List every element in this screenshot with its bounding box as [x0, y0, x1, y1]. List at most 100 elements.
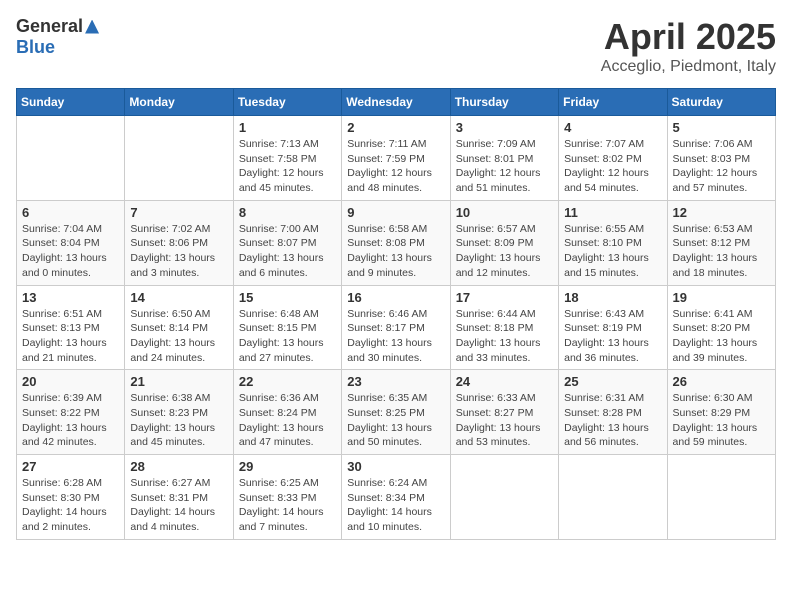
day-info: Sunrise: 7:07 AMSunset: 8:02 PMDaylight:… — [564, 137, 661, 196]
logo-general-text: General — [16, 16, 83, 37]
header-day-monday: Monday — [125, 89, 233, 116]
header-row: SundayMondayTuesdayWednesdayThursdayFrid… — [17, 89, 776, 116]
day-number: 10 — [456, 205, 553, 220]
day-info: Sunrise: 7:02 AMSunset: 8:06 PMDaylight:… — [130, 222, 227, 281]
calendar-cell: 1 Sunrise: 7:13 AMSunset: 7:58 PMDaylight… — [233, 116, 341, 201]
calendar-cell: 18Sunrise: 6:43 AMSunset: 8:19 PMDayligh… — [559, 285, 667, 370]
calendar-cell: 12Sunrise: 6:53 AMSunset: 8:12 PMDayligh… — [667, 200, 775, 285]
page-header: General Blue April 2025 Acceglio, Piedmo… — [16, 16, 776, 76]
calendar-cell: 13 Sunrise: 6:51 AMSunset: 8:13 PMDayligh… — [17, 285, 125, 370]
calendar-table: SundayMondayTuesdayWednesdayThursdayFrid… — [16, 88, 776, 540]
day-info: Sunrise: 6:24 AMSunset: 8:34 PMDaylight:… — [347, 476, 444, 535]
calendar-cell: 7 Sunrise: 7:02 AMSunset: 8:06 PMDaylight… — [125, 200, 233, 285]
calendar-cell: 4 Sunrise: 7:07 AMSunset: 8:02 PMDaylight… — [559, 116, 667, 201]
calendar-cell: 11 Sunrise: 6:55 AMSunset: 8:10 PMDayligh… — [559, 200, 667, 285]
calendar-cell — [559, 455, 667, 540]
day-info: Sunrise: 6:43 AMSunset: 8:19 PMDaylight:… — [564, 307, 661, 366]
calendar-cell: 6Sunrise: 7:04 AMSunset: 8:04 PMDaylight… — [17, 200, 125, 285]
calendar-cell: 27 Sunrise: 6:28 AMSunset: 8:30 PMDayligh… — [17, 455, 125, 540]
calendar-cell: 23 Sunrise: 6:35 AMSunset: 8:25 PMDayligh… — [342, 370, 450, 455]
logo-triangle-icon — [85, 20, 99, 34]
calendar-cell: 21 Sunrise: 6:38 AMSunset: 8:23 PMDayligh… — [125, 370, 233, 455]
day-number: 29 — [239, 459, 336, 474]
day-info: Sunrise: 6:46 AMSunset: 8:17 PMDaylight:… — [347, 307, 444, 366]
calendar-cell: 3Sunrise: 7:09 AMSunset: 8:01 PMDaylight… — [450, 116, 558, 201]
title-block: April 2025 Acceglio, Piedmont, Italy — [601, 16, 776, 76]
calendar-cell: 24 Sunrise: 6:33 AMSunset: 8:27 PMDayligh… — [450, 370, 558, 455]
calendar-week-5: 27 Sunrise: 6:28 AMSunset: 8:30 PMDayligh… — [17, 455, 776, 540]
day-number: 17 — [456, 290, 553, 305]
header-day-thursday: Thursday — [450, 89, 558, 116]
calendar-cell: 10Sunrise: 6:57 AMSunset: 8:09 PMDayligh… — [450, 200, 558, 285]
day-number: 28 — [130, 459, 227, 474]
day-number: 13 — [22, 290, 119, 305]
day-info: Sunrise: 6:25 AMSunset: 8:33 PMDaylight:… — [239, 476, 336, 535]
day-number: 24 — [456, 374, 553, 389]
day-number: 7 — [130, 205, 227, 220]
calendar-cell: 15Sunrise: 6:48 AMSunset: 8:15 PMDayligh… — [233, 285, 341, 370]
calendar-week-2: 6Sunrise: 7:04 AMSunset: 8:04 PMDaylight… — [17, 200, 776, 285]
calendar-cell: 8Sunrise: 7:00 AMSunset: 8:07 PMDaylight… — [233, 200, 341, 285]
day-number: 5 — [673, 120, 770, 135]
calendar-cell: 14Sunrise: 6:50 AMSunset: 8:14 PMDayligh… — [125, 285, 233, 370]
day-info: Sunrise: 7:09 AMSunset: 8:01 PMDaylight:… — [456, 137, 553, 196]
day-number: 1 — [239, 120, 336, 135]
day-number: 20 — [22, 374, 119, 389]
calendar-cell: 5Sunrise: 7:06 AMSunset: 8:03 PMDaylight… — [667, 116, 775, 201]
calendar-cell: 2 Sunrise: 7:11 AMSunset: 7:59 PMDaylight… — [342, 116, 450, 201]
calendar-location: Acceglio, Piedmont, Italy — [601, 58, 776, 76]
day-info: Sunrise: 6:39 AMSunset: 8:22 PMDaylight:… — [22, 391, 119, 450]
day-info: Sunrise: 7:11 AMSunset: 7:59 PMDaylight:… — [347, 137, 444, 196]
calendar-week-3: 13 Sunrise: 6:51 AMSunset: 8:13 PMDayligh… — [17, 285, 776, 370]
calendar-cell: 20 Sunrise: 6:39 AMSunset: 8:22 PMDayligh… — [17, 370, 125, 455]
day-info: Sunrise: 6:53 AMSunset: 8:12 PMDaylight:… — [673, 222, 770, 281]
header-day-sunday: Sunday — [17, 89, 125, 116]
calendar-week-1: 1 Sunrise: 7:13 AMSunset: 7:58 PMDaylight… — [17, 116, 776, 201]
calendar-cell: 16 Sunrise: 6:46 AMSunset: 8:17 PMDayligh… — [342, 285, 450, 370]
header-day-wednesday: Wednesday — [342, 89, 450, 116]
day-number: 22 — [239, 374, 336, 389]
day-number: 4 — [564, 120, 661, 135]
day-info: Sunrise: 6:41 AMSunset: 8:20 PMDaylight:… — [673, 307, 770, 366]
day-info: Sunrise: 6:28 AMSunset: 8:30 PMDaylight:… — [22, 476, 119, 535]
day-info: Sunrise: 6:51 AMSunset: 8:13 PMDaylight:… — [22, 307, 119, 366]
day-info: Sunrise: 6:44 AMSunset: 8:18 PMDaylight:… — [456, 307, 553, 366]
day-number: 25 — [564, 374, 661, 389]
logo: General Blue — [16, 16, 99, 58]
day-number: 23 — [347, 374, 444, 389]
calendar-cell: 17 Sunrise: 6:44 AMSunset: 8:18 PMDayligh… — [450, 285, 558, 370]
header-day-saturday: Saturday — [667, 89, 775, 116]
calendar-body: 1 Sunrise: 7:13 AMSunset: 7:58 PMDaylight… — [17, 116, 776, 540]
day-info: Sunrise: 7:00 AMSunset: 8:07 PMDaylight:… — [239, 222, 336, 281]
day-info: Sunrise: 7:04 AMSunset: 8:04 PMDaylight:… — [22, 222, 119, 281]
day-number: 30 — [347, 459, 444, 474]
day-number: 11 — [564, 205, 661, 220]
logo-blue-text: Blue — [16, 37, 55, 58]
day-info: Sunrise: 6:38 AMSunset: 8:23 PMDaylight:… — [130, 391, 227, 450]
day-number: 27 — [22, 459, 119, 474]
calendar-cell: 30 Sunrise: 6:24 AMSunset: 8:34 PMDayligh… — [342, 455, 450, 540]
day-info: Sunrise: 6:33 AMSunset: 8:27 PMDaylight:… — [456, 391, 553, 450]
calendar-cell — [125, 116, 233, 201]
day-number: 19 — [673, 290, 770, 305]
calendar-cell — [450, 455, 558, 540]
calendar-header: SundayMondayTuesdayWednesdayThursdayFrid… — [17, 89, 776, 116]
day-number: 21 — [130, 374, 227, 389]
calendar-cell: 9 Sunrise: 6:58 AMSunset: 8:08 PMDaylight… — [342, 200, 450, 285]
day-info: Sunrise: 6:35 AMSunset: 8:25 PMDaylight:… — [347, 391, 444, 450]
calendar-cell — [667, 455, 775, 540]
calendar-week-4: 20 Sunrise: 6:39 AMSunset: 8:22 PMDayligh… — [17, 370, 776, 455]
day-info: Sunrise: 6:58 AMSunset: 8:08 PMDaylight:… — [347, 222, 444, 281]
calendar-title: April 2025 — [601, 16, 776, 58]
calendar-cell: 26Sunrise: 6:30 AMSunset: 8:29 PMDayligh… — [667, 370, 775, 455]
day-number: 2 — [347, 120, 444, 135]
day-number: 16 — [347, 290, 444, 305]
day-number: 9 — [347, 205, 444, 220]
calendar-cell — [17, 116, 125, 201]
day-info: Sunrise: 7:13 AMSunset: 7:58 PMDaylight:… — [239, 137, 336, 196]
day-number: 15 — [239, 290, 336, 305]
day-info: Sunrise: 6:30 AMSunset: 8:29 PMDaylight:… — [673, 391, 770, 450]
day-info: Sunrise: 6:55 AMSunset: 8:10 PMDaylight:… — [564, 222, 661, 281]
calendar-cell: 28Sunrise: 6:27 AMSunset: 8:31 PMDayligh… — [125, 455, 233, 540]
day-info: Sunrise: 6:36 AMSunset: 8:24 PMDaylight:… — [239, 391, 336, 450]
